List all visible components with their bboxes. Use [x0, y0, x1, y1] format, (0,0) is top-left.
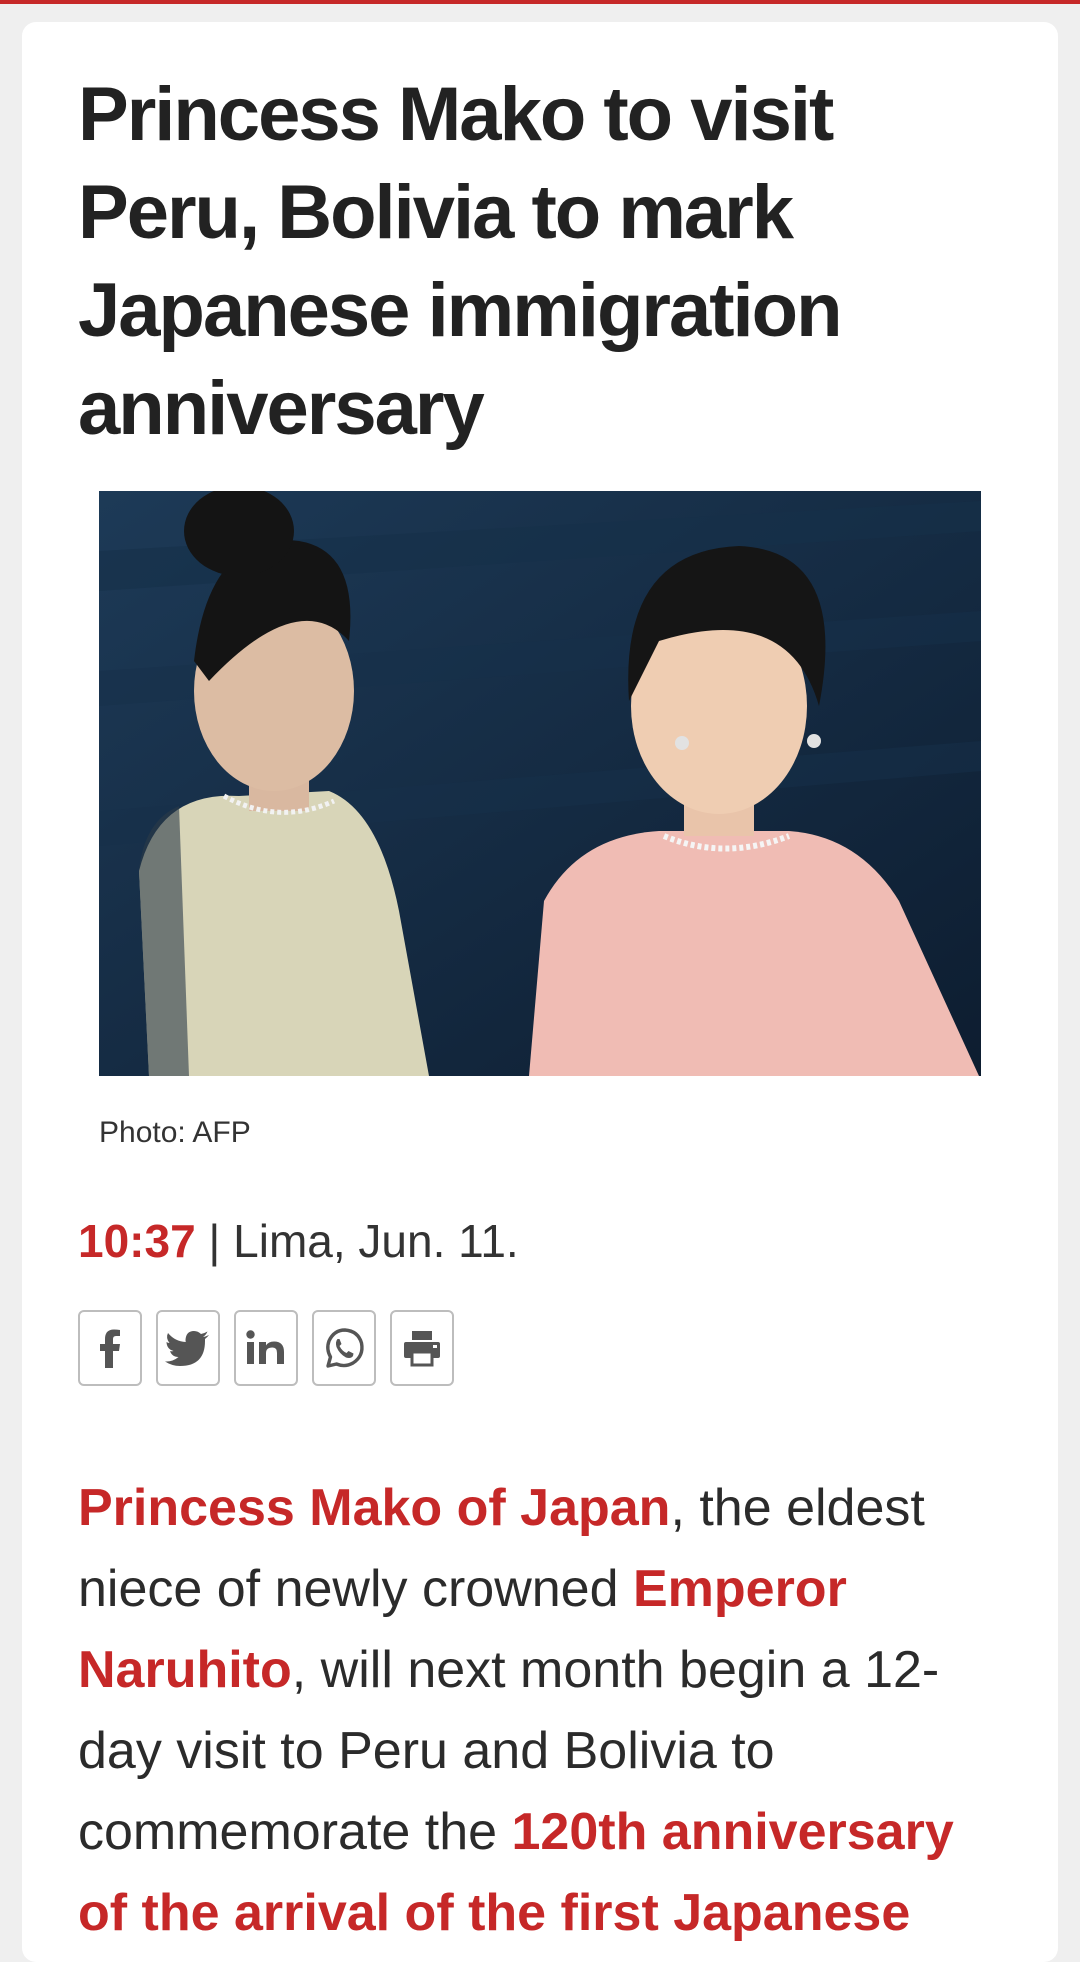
link-princess-mako[interactable]: Princess Mako of Japan: [78, 1479, 670, 1537]
whatsapp-share-button[interactable]: [312, 1310, 376, 1386]
print-button[interactable]: [390, 1310, 454, 1386]
share-buttons: [78, 1310, 454, 1386]
facebook-icon: [100, 1329, 120, 1368]
article-dateline: 10:37 | Lima, Jun. 11.: [78, 1214, 519, 1268]
dateline-location: Lima, Jun. 11.: [233, 1215, 519, 1267]
twitter-share-button[interactable]: [156, 1310, 220, 1386]
facebook-share-button[interactable]: [78, 1310, 142, 1386]
article-card: Princess Mako to visit Peru, Bolivia to …: [22, 22, 1058, 1962]
photo-image: [99, 491, 981, 1076]
print-icon: [404, 1331, 440, 1367]
top-accent-bar: [0, 0, 1080, 4]
article-body: Princess Mako of Japan, the eldest niece…: [78, 1468, 998, 1954]
publish-time: 10:37: [78, 1215, 196, 1267]
photo-caption: Photo: AFP: [99, 1116, 251, 1149]
article-photo: [99, 491, 981, 1076]
linkedin-icon: [246, 1330, 284, 1364]
article-headline: Princess Mako to visit Peru, Bolivia to …: [78, 72, 843, 451]
twitter-icon: [165, 1331, 209, 1366]
whatsapp-icon: [326, 1328, 364, 1368]
dateline-separator: |: [195, 1215, 234, 1267]
linkedin-share-button[interactable]: [234, 1310, 298, 1386]
